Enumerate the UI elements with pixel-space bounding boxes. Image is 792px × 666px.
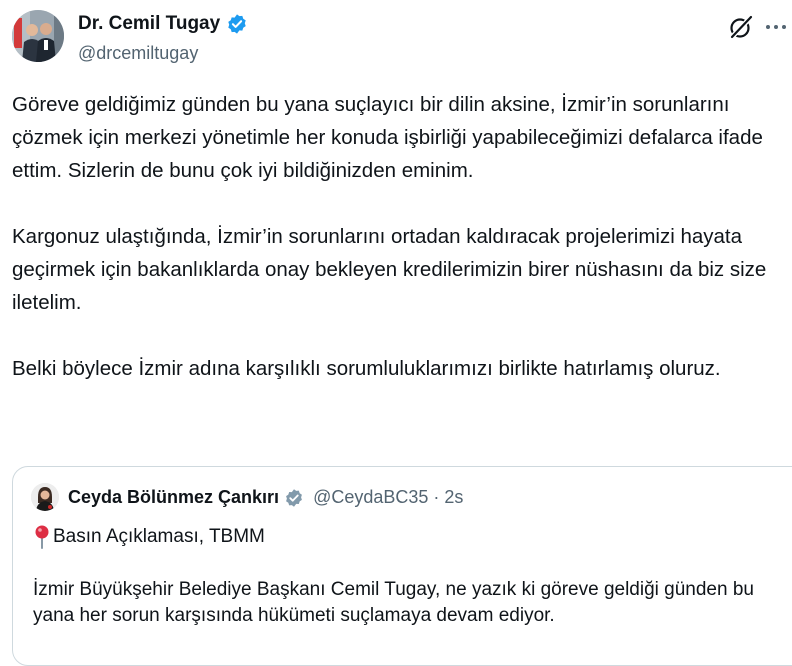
tweet-paragraph: Göreve geldiğimiz günden bu yana suçlayı… (12, 93, 763, 182)
quoted-line1-text: Basın Açıklaması, TBMM (53, 526, 265, 547)
quoted-author-avatar[interactable] (31, 483, 59, 511)
grok-icon[interactable] (728, 14, 754, 40)
separator-dot: · (433, 487, 440, 507)
avatar-photo (12, 10, 64, 62)
quoted-avatar-photo (31, 483, 59, 511)
quoted-display-name[interactable]: Ceyda Bölünmez Çankırı (68, 487, 279, 508)
quoted-tweet[interactable]: Ceyda Bölünmez Çankırı @CeydaBC35 · 2s B… (12, 466, 792, 666)
author-handle[interactable]: @drcemiltugay (78, 43, 198, 64)
tweet-text: Göreve geldiğimiz günden bu yana suçlayı… (12, 88, 782, 385)
tweet-paragraph: Kargonuz ulaştığında, İzmir’in sorunları… (12, 225, 767, 314)
author-name-row: Dr. Cemil Tugay (78, 13, 248, 35)
author-avatar[interactable] (12, 10, 64, 62)
quoted-timestamp[interactable]: 2s (444, 487, 463, 508)
author-display-name[interactable]: Dr. Cemil Tugay (78, 13, 220, 35)
tweet: Dr. Cemil Tugay @drcemiltugay Göreve gel… (0, 0, 792, 666)
quoted-author-row: Ceyda Bölünmez Çankırı @CeydaBC35 · 2s (68, 487, 463, 508)
quoted-first-line: Basın Açıklaması, TBMM (33, 524, 265, 550)
quoted-handle[interactable]: @CeydaBC35 (313, 487, 428, 508)
verified-badge-icon[interactable] (226, 13, 248, 35)
quoted-text: İzmir Büyükşehir Belediye Başkanı Cemil … (33, 579, 754, 626)
verified-badge-icon[interactable] (284, 488, 304, 508)
pin-icon (33, 524, 51, 550)
more-icon[interactable] (764, 16, 788, 38)
tweet-paragraph: Belki böylece İzmir adına karşılıklı sor… (12, 357, 721, 380)
